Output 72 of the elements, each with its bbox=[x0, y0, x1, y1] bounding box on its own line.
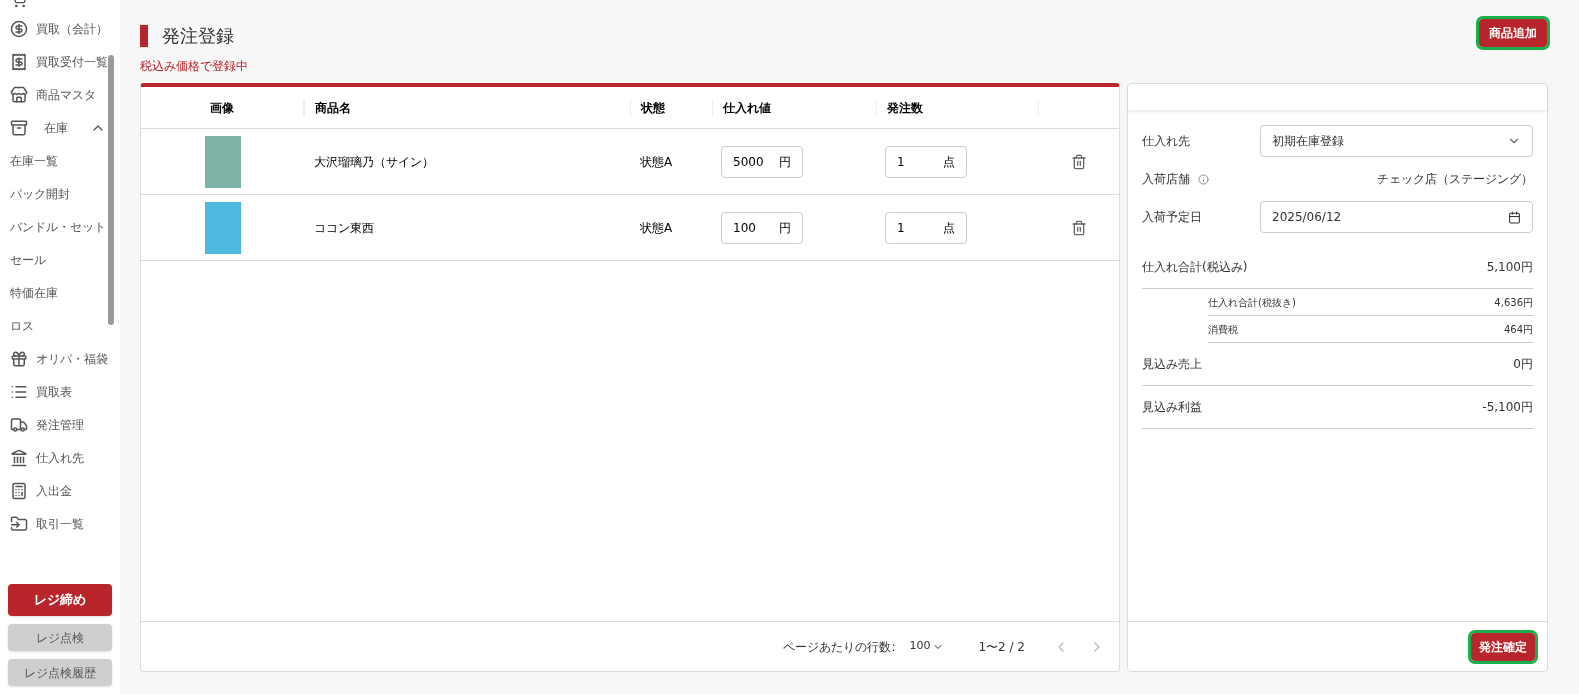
price-field[interactable]: 100 円 bbox=[721, 211, 803, 244]
total-label: 消費税 bbox=[1208, 322, 1238, 337]
supplier-select[interactable]: 初期在庫登録 bbox=[1260, 125, 1533, 157]
sidebar-item[interactable]: 在庫 bbox=[44, 118, 68, 137]
store-name: チェック店（ステージング） bbox=[1377, 171, 1533, 188]
sidebar-item[interactable]: 買取表 bbox=[36, 382, 72, 401]
rows-per-page-select[interactable]: 100 bbox=[909, 638, 945, 655]
register-button[interactable]: レジ点検履歴 bbox=[8, 659, 112, 686]
sidebar-item[interactable]: セール bbox=[10, 250, 46, 269]
sidebar-item[interactable]: ロス bbox=[10, 316, 34, 335]
sidebar-item[interactable]: 取引一覧 bbox=[36, 514, 84, 533]
table-cell-text: 状態A bbox=[639, 219, 674, 237]
total-label: 見込み売上 bbox=[1142, 356, 1202, 373]
truck-icon bbox=[10, 415, 28, 434]
page-title: 発注登録 bbox=[162, 24, 234, 48]
sidebar-item[interactable]: 買取受付一覧 bbox=[36, 52, 108, 71]
total-value: 0円 bbox=[1513, 356, 1533, 373]
register-icon bbox=[10, 481, 28, 500]
register-button[interactable]: レジ締め bbox=[8, 584, 112, 616]
sidebar-item[interactable]: バンドル・セット bbox=[10, 217, 106, 236]
tax-notice: 税込み価格で登録中 bbox=[140, 58, 249, 75]
table-cell-text: 状態A bbox=[639, 153, 674, 171]
add-product-button[interactable]: 商品追加 bbox=[1479, 18, 1547, 47]
rows-per-page-label: ページあたりの行数: bbox=[783, 638, 896, 656]
table-cell-text: 大沢瑠璃乃（サイン） bbox=[313, 153, 435, 171]
column-header: 商品名 bbox=[315, 100, 351, 115]
title-accent-bar bbox=[140, 24, 148, 47]
column-header: 発注数 bbox=[887, 100, 923, 115]
dollar-icon bbox=[10, 19, 28, 38]
scrollbar[interactable] bbox=[108, 55, 114, 325]
field-label: 入荷予定日 bbox=[1142, 209, 1203, 226]
quantity-field[interactable]: 1 点 bbox=[885, 145, 967, 178]
calendar-icon[interactable] bbox=[1508, 210, 1521, 224]
store-icon bbox=[10, 85, 28, 104]
page-range: 1〜2 / 2 bbox=[978, 638, 1025, 656]
sidebar-item[interactable]: 在庫一覧 bbox=[10, 151, 58, 170]
price-field[interactable]: 5000 円 bbox=[721, 145, 803, 178]
photo-placeholder bbox=[204, 201, 241, 254]
column-header: 画像 bbox=[210, 100, 234, 115]
total-label: 仕入れ合計(税込み) bbox=[1142, 259, 1248, 276]
confirm-order-button[interactable]: 発注確定 bbox=[1471, 632, 1535, 661]
quantity-field[interactable]: 1 点 bbox=[885, 211, 967, 244]
info-icon[interactable] bbox=[1198, 173, 1209, 185]
total-label: 見込み利益 bbox=[1142, 399, 1202, 416]
sidebar-item[interactable]: 仕入れ先 bbox=[36, 448, 84, 467]
sidebar-item[interactable]: 商品マスタ bbox=[36, 85, 96, 104]
table-cell-text: ココン東西 bbox=[313, 219, 375, 237]
register-button[interactable]: レジ点検 bbox=[8, 624, 112, 651]
field-label: 仕入れ先 bbox=[1142, 133, 1191, 150]
date-field[interactable]: 2025/06/12 bbox=[1260, 201, 1533, 233]
sidebar-item[interactable]: 買取（会計） bbox=[36, 19, 108, 38]
sidebar-item[interactable]: パック開封 bbox=[10, 184, 70, 203]
bank-icon bbox=[10, 448, 28, 467]
sidebar-item[interactable]: 特価在庫 bbox=[10, 283, 58, 302]
gift-icon bbox=[10, 349, 28, 368]
total-value: -5,100円 bbox=[1482, 399, 1533, 416]
total-label: 仕入れ合計(税抜き) bbox=[1208, 295, 1296, 310]
total-value: 464円 bbox=[1503, 322, 1533, 337]
total-value: 5,100円 bbox=[1486, 259, 1533, 276]
sidebar-item[interactable]: 入出金 bbox=[36, 481, 72, 500]
delete-icon[interactable] bbox=[1070, 153, 1087, 170]
column-header: 仕入れ値 bbox=[723, 100, 771, 115]
column-header: 状態 bbox=[641, 100, 665, 115]
sidebar-item[interactable]: オリパ・福袋 bbox=[36, 349, 108, 368]
folder-icon bbox=[10, 514, 28, 533]
sidebar-item[interactable]: 発注管理 bbox=[36, 415, 84, 434]
delete-icon[interactable] bbox=[1070, 219, 1087, 236]
receipt-icon bbox=[10, 52, 28, 71]
photo-placeholder bbox=[204, 135, 241, 188]
field-label: 入荷店舗 bbox=[1142, 171, 1190, 188]
archive-icon bbox=[10, 118, 28, 137]
total-value: 4,636円 bbox=[1494, 295, 1533, 310]
